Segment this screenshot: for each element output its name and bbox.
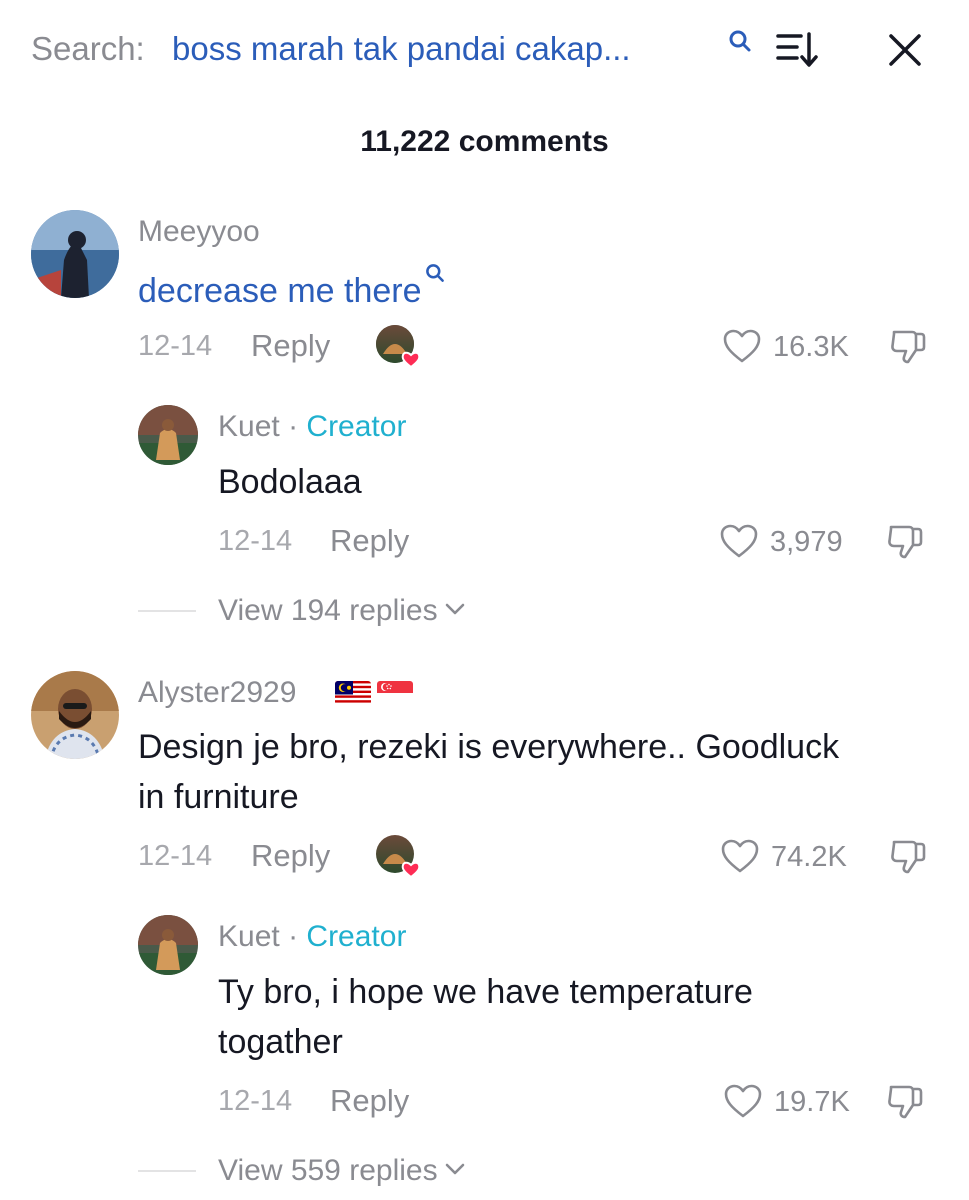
comment-text: Ty bro, i hope we have temperature togat…	[218, 973, 753, 1061]
avatar[interactable]	[31, 210, 119, 298]
divider	[138, 1170, 196, 1172]
dislike-icon[interactable]	[888, 326, 928, 366]
chevron-down-icon	[445, 603, 464, 615]
like-icon[interactable]	[720, 838, 760, 874]
chevron-down-icon	[445, 1163, 464, 1175]
search-query-link[interactable]: boss marah tak pandai cakap...	[172, 30, 631, 68]
creator-badge: Creator	[306, 410, 407, 443]
creator-liked-icon	[375, 834, 421, 880]
search-header: Search: boss marah tak pandai cakap...	[0, 0, 969, 100]
view-replies-button[interactable]: View 194 replies	[218, 594, 466, 628]
username[interactable]: Meeyyoo	[138, 215, 260, 249]
reply-button[interactable]: Reply	[251, 838, 330, 874]
username[interactable]: Kuet	[218, 410, 280, 443]
creator-badge: Creator	[306, 920, 407, 953]
search-prefix: Search:	[31, 30, 145, 67]
like-count: 74.2K	[771, 841, 847, 873]
like-count: 3,979	[770, 526, 843, 558]
reply-username: Kuet · Creator	[218, 410, 407, 443]
comment-text: Design je bro, rezeki is everywhere.. Go…	[138, 728, 840, 816]
comment-text: decrease me there	[138, 262, 446, 316]
divider	[138, 610, 196, 612]
malaysia-flag	[335, 681, 371, 705]
comment-date: 12-14	[218, 1085, 293, 1117]
reply-username: Kuet · Creator	[218, 920, 407, 953]
view-replies-button[interactable]: View 559 replies	[218, 1154, 466, 1188]
comment-count: 11,222 comments	[360, 125, 609, 158]
username[interactable]: Kuet	[218, 920, 280, 953]
close-icon[interactable]	[884, 29, 926, 71]
username[interactable]: Alyster2929	[138, 676, 296, 710]
avatar[interactable]	[138, 405, 198, 465]
avatar[interactable]	[31, 671, 119, 759]
creator-liked-icon	[375, 324, 421, 370]
like-count: 19.7K	[774, 1086, 850, 1118]
dislike-icon[interactable]	[888, 836, 928, 876]
like-icon[interactable]	[722, 328, 762, 364]
singapore-flag	[377, 681, 413, 705]
reply-button[interactable]: Reply	[330, 523, 409, 559]
like-icon[interactable]	[723, 1083, 763, 1119]
sort-icon[interactable]	[775, 30, 821, 70]
comment-date: 12-14	[218, 525, 293, 557]
comment-text: Bodolaaa	[218, 463, 362, 501]
comment-search-link[interactable]: decrease me there	[138, 272, 422, 310]
comment-date: 12-14	[138, 330, 213, 362]
like-icon[interactable]	[719, 523, 759, 559]
dislike-icon[interactable]	[885, 521, 925, 561]
search-icon[interactable]	[727, 28, 753, 54]
like-count: 16.3K	[773, 331, 849, 363]
avatar[interactable]	[138, 915, 198, 975]
dislike-icon[interactable]	[885, 1081, 925, 1121]
reply-button[interactable]: Reply	[251, 328, 330, 364]
comment-date: 12-14	[138, 840, 213, 872]
reply-button[interactable]: Reply	[330, 1083, 409, 1119]
search-icon[interactable]	[424, 262, 446, 284]
